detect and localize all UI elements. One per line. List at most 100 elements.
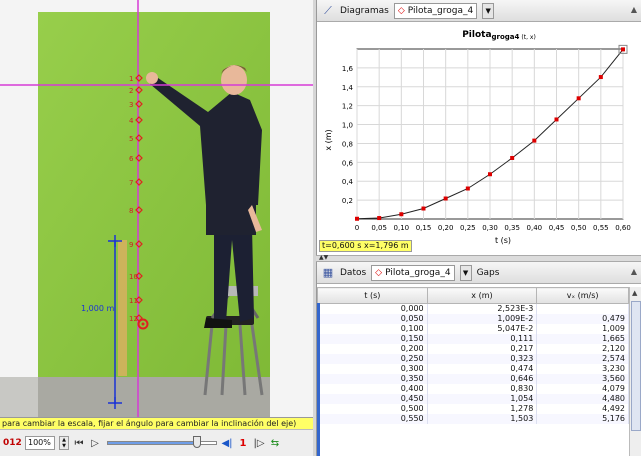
cell-x[interactable]: 1,278 <box>427 404 538 414</box>
data-point[interactable] <box>399 212 404 217</box>
cell-t[interactable]: 0,450 <box>317 394 428 404</box>
position-time-chart[interactable]: Pilotagroga4 (t, x) 0 0,05 0,10 0,15 0,20 0,25… <box>317 23 641 255</box>
cell-vx[interactable]: 4,480 <box>536 394 629 404</box>
cell-vx[interactable]: 3,230 <box>536 364 629 374</box>
cell-t[interactable]: 0,400 <box>317 384 428 394</box>
collapse-icon[interactable]: ▲ <box>631 267 637 276</box>
data-point[interactable] <box>443 196 448 201</box>
table-row[interactable]: 0,450 1,054 4,480 <box>317 394 629 404</box>
table-pane: ▦ Datos ◇ Pilota_groga_4 ▼ Gaps ▲ t (s) … <box>316 262 641 456</box>
column-header-x[interactable]: x (m) <box>426 287 538 304</box>
zoom-stepper[interactable]: ▲ ▼ <box>59 436 69 450</box>
table-row[interactable]: 0,200 0,217 2,120 <box>317 344 629 354</box>
stepper-down-icon[interactable]: ▼ <box>60 443 68 449</box>
table-tab-label[interactable]: Datos <box>340 268 366 278</box>
chart-readout: t=0,600 s x=1,796 m <box>319 240 412 252</box>
play-icon[interactable]: ▷ <box>89 438 101 449</box>
collapse-icon[interactable]: ▲ <box>631 5 637 14</box>
cell-t[interactable]: 0,500 <box>317 404 428 414</box>
cell-t[interactable]: 0,100 <box>317 324 428 334</box>
reset-icon[interactable]: ⏮ <box>73 438 85 449</box>
data-point[interactable] <box>355 216 359 221</box>
cell-x[interactable]: 5,047E-2 <box>427 324 538 334</box>
table-track-select[interactable]: ◇ Pilota_groga_4 <box>371 264 455 281</box>
slider-knob[interactable] <box>193 436 202 448</box>
data-point[interactable] <box>377 216 382 221</box>
cell-vx[interactable]: 4,079 <box>536 384 629 394</box>
cell-t[interactable]: 0,350 <box>317 374 428 384</box>
table-row[interactable]: 0,150 0,111 1,665 <box>317 334 629 344</box>
data-point[interactable] <box>532 138 537 143</box>
diagram-tab-label[interactable]: Diagramas <box>340 6 389 16</box>
diagram-toolbar: ⟋ Diagramas ◇ Pilota_groga_4 ▼ ▲ <box>317 0 641 22</box>
cell-t[interactable]: 0,200 <box>317 344 428 354</box>
cell-t[interactable]: 0,000 <box>317 303 428 314</box>
chevron-down-icon[interactable]: ▼ <box>459 264 472 281</box>
cell-vx[interactable]: 1,009 <box>536 324 629 334</box>
cell-x[interactable]: 0,217 <box>427 344 538 354</box>
gaps-label[interactable]: Gaps <box>477 268 500 278</box>
table-scrollbar[interactable]: ▲ <box>629 287 641 456</box>
cell-vx[interactable] <box>536 303 629 314</box>
cell-x[interactable]: 1,503 <box>427 414 538 424</box>
cell-vx[interactable]: 5,176 <box>536 414 629 424</box>
cell-x[interactable]: 1,009E-2 <box>427 314 538 324</box>
data-point[interactable] <box>554 117 559 122</box>
data-point[interactable] <box>576 96 581 101</box>
step-size[interactable]: 1 <box>237 438 249 449</box>
x-tick-label: 0,45 <box>549 224 565 232</box>
cell-x[interactable]: 0,323 <box>427 354 538 364</box>
table-row[interactable]: 0,300 0,474 3,230 <box>317 364 629 374</box>
cell-x[interactable]: 0,474 <box>427 364 538 374</box>
cell-t[interactable]: 0,150 <box>317 334 428 344</box>
cell-t[interactable]: 0,050 <box>317 314 428 324</box>
frame-slider[interactable] <box>105 436 217 450</box>
cell-vx[interactable]: 2,574 <box>536 354 629 364</box>
cell-vx[interactable]: 2,120 <box>536 344 629 354</box>
cell-vx[interactable]: 3,560 <box>536 374 629 384</box>
chevron-down-icon[interactable]: ▼ <box>482 2 495 19</box>
cell-x[interactable]: 2,523E-3 <box>427 303 538 314</box>
column-header-vx[interactable]: vₓ (m/s) <box>536 287 629 304</box>
step-forward-icon[interactable]: |▷ <box>253 438 265 449</box>
scroll-thumb[interactable] <box>631 301 641 431</box>
track-point-label: 3 <box>129 101 133 109</box>
data-point[interactable] <box>465 186 470 191</box>
cell-x[interactable]: 0,646 <box>427 374 538 384</box>
cell-vx[interactable]: 0,479 <box>536 314 629 324</box>
cell-x[interactable]: 0,111 <box>427 334 538 344</box>
data-point[interactable] <box>598 75 603 80</box>
table-row[interactable]: 0,400 0,830 4,079 <box>317 384 629 394</box>
video-frame[interactable]: 1,000 m 1 2 3 4 5 6 7 8 9 10 11 12 <box>0 0 313 418</box>
splitter-arrows-icon[interactable]: ▲▼ <box>319 254 328 261</box>
cell-t[interactable]: 0,250 <box>317 354 428 364</box>
data-point[interactable] <box>421 206 426 211</box>
data-table[interactable]: t (s) x (m) vₓ (m/s) 0,000 2,523E-3 0,050 1… <box>317 287 629 424</box>
table-row[interactable]: 0,000 2,523E-3 <box>317 303 629 314</box>
diagram-track-select[interactable]: ◇ Pilota_groga_4 <box>393 2 478 19</box>
diagram-pane: ⟋ Diagramas ◇ Pilota_groga_4 ▼ ▲ Pilotag… <box>316 0 641 255</box>
x-tick-label: 0,15 <box>416 224 432 232</box>
table-row[interactable]: 0,250 0,323 2,574 <box>317 354 629 364</box>
zoom-field[interactable]: 100% <box>25 436 55 450</box>
table-row[interactable]: 0,350 0,646 3,560 <box>317 374 629 384</box>
cell-vx[interactable]: 1,665 <box>536 334 629 344</box>
pane-splitter[interactable]: ▲▼ <box>316 254 641 262</box>
table-row[interactable]: 0,500 1,278 4,492 <box>317 404 629 414</box>
row-selection-strip <box>317 303 320 456</box>
data-point[interactable] <box>510 155 515 160</box>
cell-t[interactable]: 0,300 <box>317 364 428 374</box>
loop-icon[interactable]: ⇆ <box>269 438 281 449</box>
column-header-t[interactable]: t (s) <box>317 287 428 304</box>
table-row[interactable]: 0,050 1,009E-2 0,479 <box>317 314 629 324</box>
table-row[interactable]: 0,100 5,047E-2 1,009 <box>317 324 629 334</box>
cell-x[interactable]: 1,054 <box>427 394 538 404</box>
cell-x[interactable]: 0,830 <box>427 384 538 394</box>
table-row[interactable]: 0,550 1,503 5,176 <box>317 414 629 424</box>
data-point[interactable] <box>488 172 492 177</box>
scroll-up-icon[interactable]: ▲ <box>632 289 637 297</box>
cell-t[interactable]: 0,550 <box>317 414 428 424</box>
cell-vx[interactable]: 4,492 <box>536 404 629 414</box>
data-point[interactable] <box>621 47 625 52</box>
step-back-icon[interactable]: ◀| <box>221 438 233 449</box>
